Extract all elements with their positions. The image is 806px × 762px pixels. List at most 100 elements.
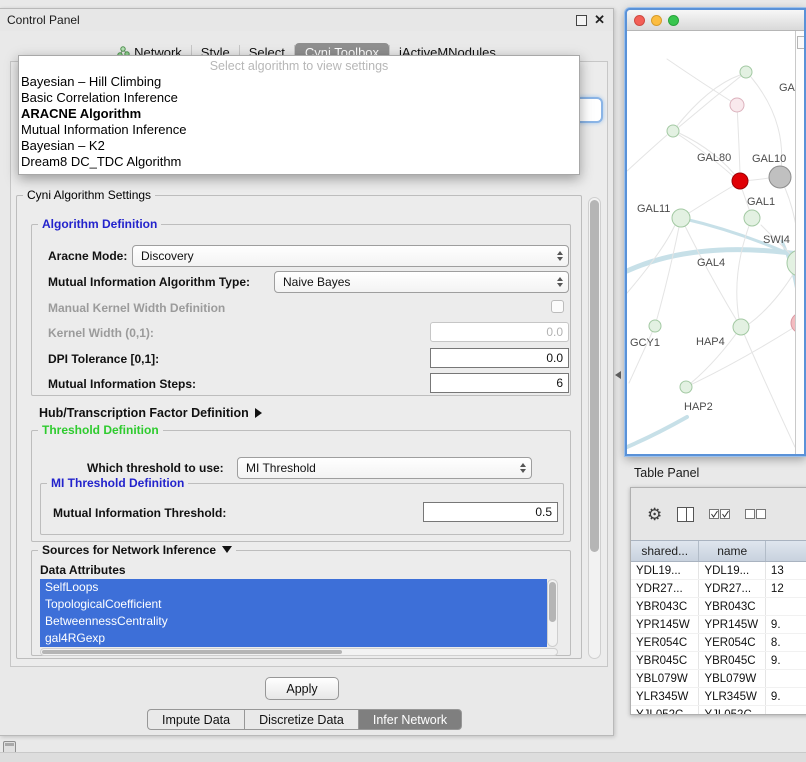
- mi-threshold-field[interactable]: 0.5: [423, 502, 558, 522]
- scrollbar-thumb[interactable]: [549, 582, 556, 622]
- settings-group-title: Cyni Algorithm Settings: [23, 188, 155, 202]
- bottom-tab-infer-network[interactable]: Infer Network: [358, 709, 462, 730]
- network-node[interactable]: [740, 66, 752, 78]
- network-edge[interactable]: [737, 105, 740, 173]
- aracne-mode-select[interactable]: Discovery: [132, 245, 569, 267]
- table-row[interactable]: YBR045CYBR045C9.: [631, 652, 806, 670]
- table-row[interactable]: YBL079WYBL079W: [631, 670, 806, 688]
- algorithm-option-dream8-dc-tdc-algorithm[interactable]: Dream8 DC_TDC Algorithm: [19, 154, 579, 170]
- network-node[interactable]: [744, 210, 760, 226]
- collapse-down-icon: [222, 546, 232, 553]
- network-node[interactable]: [769, 166, 791, 188]
- close-icon[interactable]: ✕: [594, 12, 605, 28]
- panel-resize-grip[interactable]: [615, 371, 621, 379]
- network-edge[interactable]: [629, 326, 655, 383]
- attribute-item-betweennesscentrality[interactable]: BetweennessCentrality: [40, 613, 547, 630]
- algorithm-definition-title: Algorithm Definition: [38, 217, 161, 231]
- algorithm-option-bayesian-hill-climbing[interactable]: Bayesian – Hill Climbing: [19, 74, 579, 90]
- mi-algorithm-type-label: Mutual Information Algorithm Type:: [48, 275, 250, 289]
- table-cell: YDR27...: [631, 580, 699, 597]
- manual-kernel-width-label: Manual Kernel Width Definition: [48, 301, 225, 315]
- table-row[interactable]: YDL19...YDL19...13: [631, 562, 806, 580]
- mi-steps-field[interactable]: 6: [430, 373, 569, 393]
- table-cell: YLR345W: [699, 688, 765, 705]
- algorithm-select-combobox[interactable]: [578, 97, 603, 123]
- table-cell: YBR043C: [699, 598, 765, 615]
- table-header-row: shared...name: [631, 540, 806, 562]
- attributes-horizontal-scrollbar[interactable]: [40, 648, 558, 656]
- table-row[interactable]: YDR27...YDR27...12: [631, 580, 806, 598]
- column-header-2[interactable]: [766, 541, 806, 561]
- network-canvas[interactable]: GALGAL80GAL10GAL11GAL1SWI4GAL4GCY1HAP4YH…: [627, 31, 804, 454]
- attribute-item-topologicalcoefficient[interactable]: TopologicalCoefficient: [40, 596, 547, 613]
- network-node[interactable]: [730, 98, 744, 112]
- float-window-icon[interactable]: [576, 15, 587, 26]
- table-row[interactable]: YJL052CYJL052C: [631, 706, 806, 715]
- table-cell: YER054C: [699, 634, 765, 651]
- table-row[interactable]: YLR345WYLR345W9.: [631, 688, 806, 706]
- close-button[interactable]: [634, 15, 645, 26]
- bottom-tab-discretize-data[interactable]: Discretize Data: [244, 709, 359, 730]
- columns-icon[interactable]: [677, 507, 694, 522]
- table-cell: 9.: [766, 652, 806, 669]
- network-edge[interactable]: [655, 227, 679, 326]
- column-header-shared[interactable]: shared...: [631, 541, 699, 561]
- manual-kernel-width-checkbox[interactable]: [551, 300, 564, 313]
- network-node[interactable]: [667, 125, 679, 137]
- threshold-definition-group: Threshold Definition Which threshold to …: [31, 430, 571, 542]
- algorithm-option-aracne-algorithm[interactable]: ARACNE Algorithm: [19, 106, 579, 122]
- network-vertical-scrollbar[interactable]: [795, 31, 804, 454]
- network-edge[interactable]: [627, 135, 667, 171]
- unchecked-pair-icon[interactable]: [745, 509, 766, 520]
- kernel-width-value: 0.0: [546, 325, 563, 339]
- network-edge[interactable]: [627, 417, 687, 447]
- mi-threshold-definition-group: MI Threshold Definition Mutual Informati…: [40, 483, 564, 535]
- network-edge[interactable]: [741, 327, 795, 447]
- which-threshold-select[interactable]: MI Threshold: [237, 457, 532, 479]
- table-cell: [766, 706, 806, 715]
- scrollbar-thumb[interactable]: [42, 650, 342, 654]
- network-node[interactable]: [649, 320, 661, 332]
- network-edge[interactable]: [667, 59, 737, 105]
- table-cell: YBL079W: [631, 670, 699, 687]
- zoom-button[interactable]: [668, 15, 679, 26]
- table-row[interactable]: YER054CYER054C8.: [631, 634, 806, 652]
- sources-toggle[interactable]: Sources for Network Inference: [38, 543, 236, 557]
- algorithm-option-bayesian-k2[interactable]: Bayesian – K2: [19, 138, 579, 154]
- dpi-tolerance-field[interactable]: 0.0: [430, 348, 569, 368]
- network-edge[interactable]: [681, 218, 737, 321]
- network-node[interactable]: [672, 209, 690, 227]
- aracne-mode-label: Aracne Mode:: [48, 249, 127, 263]
- checked-pair-icon[interactable]: [709, 509, 730, 520]
- attribute-item-gal4rgexp[interactable]: gal4RGexp: [40, 630, 547, 647]
- control-panel-titlebar: Control Panel ✕: [0, 9, 613, 31]
- settings-vertical-scrollbar[interactable]: [588, 197, 601, 659]
- scrollbar-button[interactable]: [797, 36, 804, 49]
- minimize-button[interactable]: [651, 15, 662, 26]
- attribute-item-selfloops[interactable]: SelfLoops: [40, 579, 547, 596]
- column-header-name[interactable]: name: [699, 541, 766, 561]
- hub-definition-toggle[interactable]: Hub/Transcription Factor Definition: [39, 406, 262, 420]
- table-toolbar: ⚙: [631, 488, 806, 540]
- network-node-label: GAL4: [697, 257, 725, 269]
- network-node[interactable]: [680, 381, 692, 393]
- network-node[interactable]: [733, 319, 749, 335]
- table-row[interactable]: YPR145WYPR145W9.: [631, 616, 806, 634]
- network-node[interactable]: [732, 173, 748, 189]
- mi-algorithm-type-select[interactable]: Naive Bayes: [274, 271, 569, 293]
- scrollbar-thumb[interactable]: [590, 200, 599, 552]
- network-edge[interactable]: [749, 263, 795, 324]
- bottom-tab-impute-data[interactable]: Impute Data: [147, 709, 245, 730]
- algorithm-popup-items: Bayesian – Hill ClimbingBasic Correlatio…: [19, 74, 579, 170]
- mi-algorithm-type-value: Naive Bayes: [283, 275, 350, 289]
- algorithm-option-basic-correlation-inference[interactable]: Basic Correlation Inference: [19, 90, 579, 106]
- dpi-tolerance-value: 0.0: [546, 351, 563, 365]
- algorithm-option-mutual-information-inference[interactable]: Mutual Information Inference: [19, 122, 579, 138]
- apply-button[interactable]: Apply: [265, 677, 339, 700]
- table-cell: YLR345W: [631, 688, 699, 705]
- gear-icon[interactable]: ⚙: [647, 506, 662, 523]
- attributes-vertical-scrollbar[interactable]: [547, 579, 558, 647]
- mi-threshold-definition-title: MI Threshold Definition: [47, 476, 188, 490]
- table-row[interactable]: YBR043CYBR043C: [631, 598, 806, 616]
- table-panel-window: ⚙ shared...name YDL19...YDL19...13YDR27.…: [630, 487, 806, 715]
